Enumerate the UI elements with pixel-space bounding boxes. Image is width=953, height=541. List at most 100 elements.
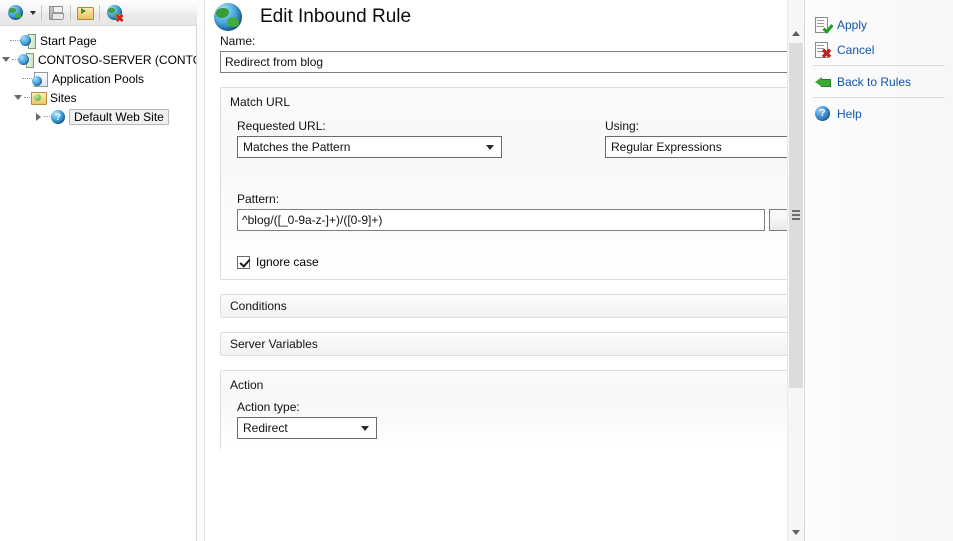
connections-toolbar: ✖ [0,0,197,26]
action-group-title: Action [221,378,787,392]
sites-folder-icon [30,90,46,106]
disconnect-button[interactable]: ✖ [103,2,125,24]
actions-divider-2 [813,97,945,98]
sidebar-item-application-pools[interactable]: Application Pools [0,69,196,88]
save-connection-button[interactable] [45,2,67,24]
scroll-up-button[interactable] [788,25,804,42]
apply-button[interactable]: Apply [805,12,953,37]
sidebar-item-label: Application Pools [52,72,144,86]
page-title: Edit Inbound Rule [260,6,411,28]
content-vertical-scrollbar[interactable] [787,0,803,541]
server-variables-group-header[interactable]: Server Variables [220,332,787,356]
conditions-group-header[interactable]: Conditions [220,294,787,318]
red-x-overlay-icon: ✖ [821,47,832,60]
chevron-expanded-icon [14,95,22,100]
sidebar-item-label: Default Web Site [69,109,169,125]
cancel-button[interactable]: ✖ Cancel [805,37,953,62]
help-button[interactable]: ? Help [805,101,953,126]
using-select[interactable]: Regular Expressions [605,136,787,158]
chevron-down-icon [486,145,494,150]
scroll-down-button[interactable] [788,524,804,541]
start-page-icon [20,33,36,49]
connect-dropdown-button[interactable] [26,2,38,24]
apply-label: Apply [837,18,867,32]
tree-expander-sites[interactable] [12,88,24,107]
connections-tree[interactable]: Start Page CONTOSO-SERVER (CONTOS Applic… [0,27,196,541]
globe-icon [8,5,23,20]
match-url-group-title: Match URL [221,95,787,109]
action-group-body: Action type: Redirect [221,400,787,439]
chevron-down-icon [361,426,369,431]
ignore-case-label: Ignore case [256,255,319,269]
pane-splitter[interactable] [197,0,205,541]
apply-check-icon [815,17,828,32]
scroll-down-arrow-icon [792,530,800,535]
requested-url-select[interactable]: Matches the Pattern [237,136,502,158]
sidebar-item-default-web-site[interactable]: Default Web Site [0,107,196,126]
tree-expander-default-web-site[interactable] [32,107,44,126]
actions-pane: Apply ✖ Cancel Back to Rules ? Help [804,0,953,541]
action-type-label: Action type: [237,400,787,414]
save-floppy-icon [49,6,63,20]
sidebar-item-contoso-server[interactable]: CONTOSO-SERVER (CONTOS [0,50,196,69]
sidebar-item-label: Start Page [40,34,97,48]
back-to-rules-button[interactable]: Back to Rules [805,69,953,94]
chevron-expanded-icon [2,57,10,62]
requested-url-label: Requested URL: [237,119,605,133]
requested-url-column: Requested URL: Matches the Pattern [237,117,605,158]
open-folder-icon [77,6,93,19]
toolbar-separator-3 [99,5,100,21]
chevron-down-icon [30,11,36,15]
folder-arrow-icon [81,8,86,14]
server-variables-group-title: Server Variables [230,337,318,351]
pattern-row: ^blog/([_0-9a-z-]+)/([0-9]+) [237,209,787,231]
sidebar-item-start-page[interactable]: Start Page [0,31,196,50]
help-label: Help [837,107,862,121]
using-value: Regular Expressions [611,140,722,154]
action-type-select[interactable]: Redirect [237,417,377,439]
toolbar-separator-1 [41,5,42,21]
cancel-x-icon: ✖ [815,42,828,57]
back-arrow-icon [815,75,831,89]
sidebar-item-label: Sites [50,91,77,105]
pattern-input[interactable]: ^blog/([_0-9a-z-]+)/([0-9]+) [237,209,765,231]
globe-icon [214,3,242,31]
cancel-label: Cancel [837,43,874,57]
rule-name-label: Name: [220,34,787,48]
tree-expander-server[interactable] [0,50,12,69]
sidebar-item-sites[interactable]: Sites [0,88,196,107]
connect-to-button[interactable] [4,2,26,24]
action-type-value: Redirect [243,421,288,435]
conditions-group-title: Conditions [230,299,287,313]
actions-pane-top-spacer [805,0,953,12]
page-header: Edit Inbound Rule [206,0,787,32]
scroll-thumb[interactable] [789,43,803,388]
content-pane: Edit Inbound Rule Name: Redirect from bl… [206,0,787,541]
action-group: Action Action type: Redirect [220,370,787,449]
requested-url-value: Matches the Pattern [243,140,350,154]
web-site-icon [50,109,66,125]
scroll-up-arrow-icon [792,31,800,36]
connections-pane: ✖ Start Page CONTOSO-SERVER (CONTOS [0,0,197,541]
ignore-case-checkbox[interactable] [237,256,250,269]
toolbar-separator-2 [70,5,71,21]
red-x-overlay-icon: ✖ [115,15,124,24]
tree-connector-line [22,78,32,79]
help-question-icon: ? [815,106,830,121]
rule-name-block: Name: Redirect from blog [206,34,787,73]
actions-divider-1 [813,65,945,66]
application-pools-icon [32,71,48,87]
server-icon [18,52,34,68]
open-connection-button[interactable] [74,2,96,24]
iis-manager-window: ✖ Start Page CONTOSO-SERVER (CONTOS [0,0,953,541]
match-url-group-body: Requested URL: Matches the Pattern Using… [221,117,787,269]
back-to-rules-label: Back to Rules [837,75,911,89]
test-pattern-button[interactable] [769,209,787,231]
ignore-case-row[interactable]: Ignore case [237,255,787,269]
using-label: Using: [605,119,787,133]
match-url-top-row: Requested URL: Matches the Pattern Using… [237,117,787,158]
pattern-label: Pattern: [237,192,787,206]
tree-connector-line [10,40,20,41]
match-url-group: Match URL Requested URL: Matches the Pat… [220,87,787,280]
rule-name-input[interactable]: Redirect from blog [220,51,787,73]
